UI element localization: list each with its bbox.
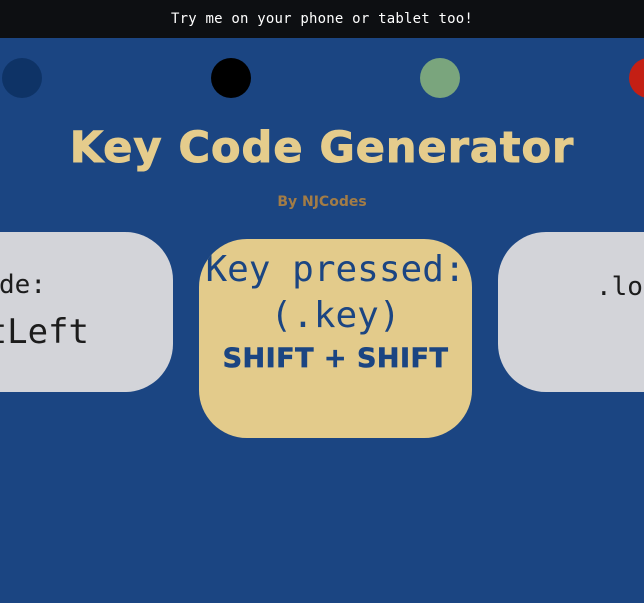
key-location-card: .loc bbox=[498, 232, 644, 392]
key-pressed-card: Key pressed: (.key) SHIFT + SHIFT bbox=[199, 239, 472, 438]
green-theme-dot[interactable] bbox=[420, 58, 460, 98]
author-credit: By NJCodes bbox=[277, 194, 367, 210]
key-property-label: (.key) bbox=[270, 295, 401, 336]
key-code-card: ode: tLeft bbox=[0, 232, 173, 392]
key-code-label: ode: bbox=[0, 270, 46, 300]
page-title: Key Code Generator bbox=[69, 123, 575, 174]
top-banner: Try me on your phone or tablet too! bbox=[0, 0, 644, 38]
app-stage: Try me on your phone or tablet too! Key … bbox=[0, 0, 644, 603]
black-theme-dot[interactable] bbox=[211, 58, 251, 98]
key-location-label: .loc bbox=[596, 272, 644, 302]
banner-text: Try me on your phone or tablet too! bbox=[170, 11, 473, 27]
key-pressed-value: SHIFT + SHIFT bbox=[222, 343, 449, 375]
key-pressed-label: Key pressed: bbox=[205, 249, 466, 290]
key-code-value: tLeft bbox=[0, 312, 89, 352]
navy-theme-dot[interactable] bbox=[2, 58, 42, 98]
red-theme-dot[interactable] bbox=[629, 58, 644, 98]
